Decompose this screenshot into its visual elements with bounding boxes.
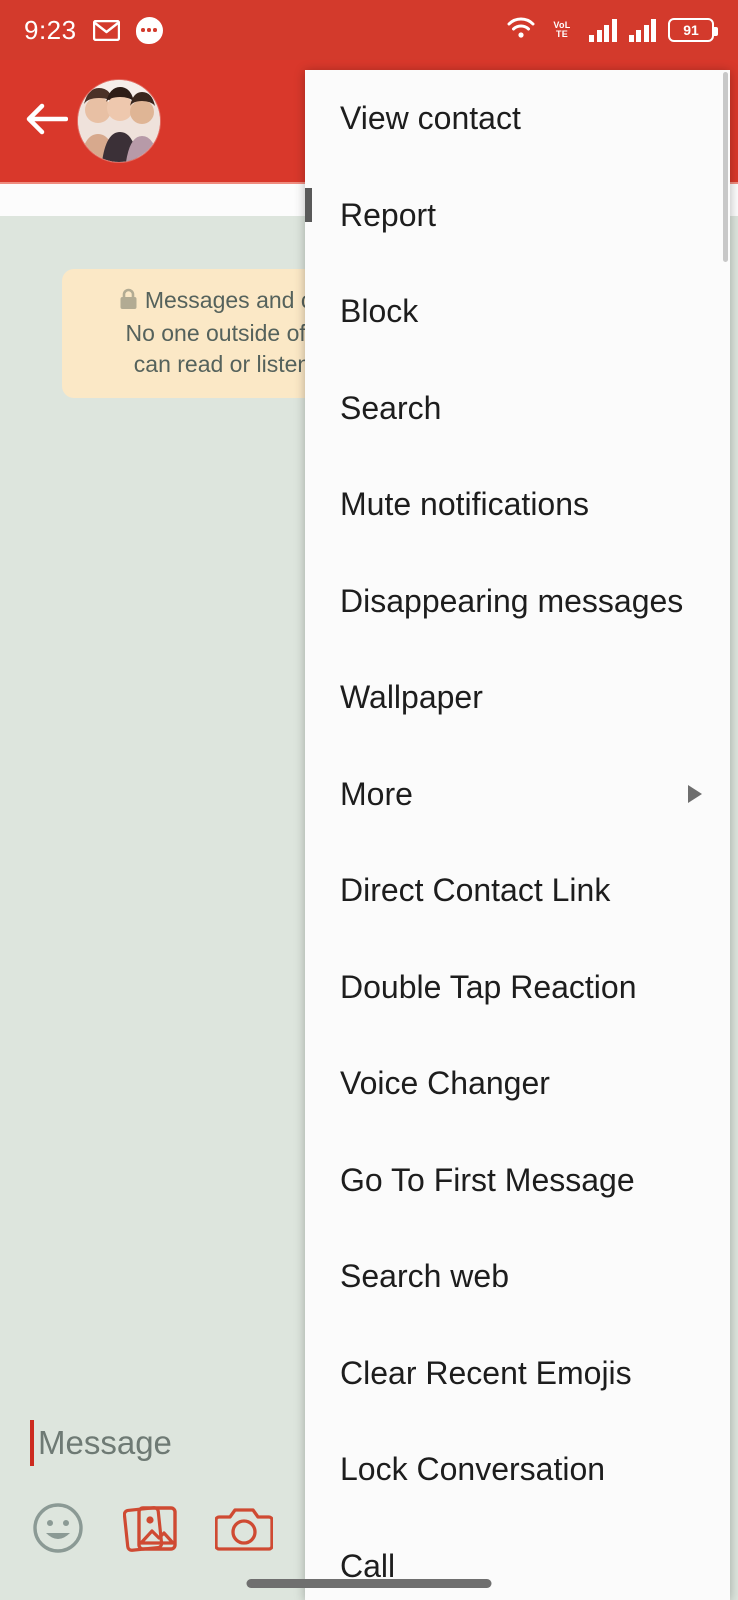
menu-item-label: Search web bbox=[340, 1258, 509, 1295]
menu-item-label: Search bbox=[340, 389, 442, 426]
menu-item-disappearing-messages[interactable]: Disappearing messages bbox=[305, 553, 730, 650]
status-bar: 9:23 VoL TE 91 bbox=[0, 0, 738, 60]
emoji-icon bbox=[31, 1501, 85, 1560]
phone-screen: 9:23 VoL TE 91 Messages and ca No one ou… bbox=[0, 0, 738, 1600]
menu-item-go-to-first-message[interactable]: Go To First Message bbox=[305, 1132, 730, 1229]
menu-item-label: View contact bbox=[340, 100, 521, 137]
wifi-icon bbox=[507, 16, 535, 45]
menu-item-view-contact[interactable]: View contact bbox=[305, 70, 730, 167]
volte-line-2: TE bbox=[555, 29, 569, 39]
menu-item-search[interactable]: Search bbox=[305, 360, 730, 457]
lock-icon bbox=[119, 287, 138, 318]
composer-icons bbox=[28, 1500, 274, 1560]
encryption-notice-line-3: can read or listen bbox=[133, 351, 311, 377]
menu-item-label: More bbox=[340, 775, 413, 812]
menu-item-block[interactable]: Block bbox=[305, 263, 730, 360]
camera-icon bbox=[214, 1503, 274, 1558]
menu-item-search-web[interactable]: Search web bbox=[305, 1228, 730, 1325]
menu-item-wallpaper[interactable]: Wallpaper bbox=[305, 649, 730, 746]
signal-bars-sim1-icon bbox=[589, 18, 617, 42]
menu-item-label: Clear Recent Emojis bbox=[340, 1354, 632, 1391]
home-indicator[interactable] bbox=[246, 1579, 492, 1588]
gallery-icon bbox=[122, 1501, 179, 1560]
gallery-button[interactable] bbox=[121, 1500, 181, 1560]
menu-item-label: Go To First Message bbox=[340, 1161, 635, 1198]
menu-item-label: Report bbox=[340, 196, 437, 233]
text-cursor bbox=[30, 1420, 34, 1466]
gmail-icon bbox=[92, 19, 120, 41]
signal-bars-sim2-icon bbox=[628, 18, 656, 42]
menu-item-label: Wallpaper bbox=[340, 679, 483, 716]
menu-item-label: Mute notifications bbox=[340, 486, 590, 523]
overflow-menu[interactable]: View contact Report Block Search Mute notifi… bbox=[305, 70, 730, 1600]
menu-item-report[interactable]: Report bbox=[305, 167, 730, 264]
status-bar-right: VoL TE 91 bbox=[507, 16, 718, 45]
gesture-nav-bar bbox=[0, 1564, 738, 1600]
battery-icon: 91 bbox=[668, 18, 718, 42]
encryption-notice-line-2: No one outside of t bbox=[125, 320, 319, 346]
menu-item-voice-changer[interactable]: Voice Changer bbox=[305, 1035, 730, 1132]
menu-item-mute-notifications[interactable]: Mute notifications bbox=[305, 456, 730, 553]
chevron-right-icon bbox=[688, 784, 702, 803]
menu-edge-handle bbox=[305, 188, 312, 222]
menu-item-label: Double Tap Reaction bbox=[340, 968, 637, 1005]
camera-button[interactable] bbox=[214, 1500, 274, 1560]
menu-item-more[interactable]: More bbox=[305, 746, 730, 843]
menu-item-label: Lock Conversation bbox=[340, 1451, 606, 1488]
message-placeholder: Message bbox=[38, 1424, 172, 1461]
back-button[interactable] bbox=[18, 93, 74, 149]
battery-level: 91 bbox=[683, 22, 699, 38]
menu-item-lock-conversation[interactable]: Lock Conversation bbox=[305, 1421, 730, 1518]
status-time: 9:23 bbox=[24, 14, 77, 45]
emoji-button[interactable] bbox=[28, 1500, 88, 1560]
back-arrow-icon bbox=[24, 101, 69, 142]
menu-item-double-tap-reaction[interactable]: Double Tap Reaction bbox=[305, 939, 730, 1036]
menu-item-label: Disappearing messages bbox=[340, 582, 684, 619]
message-input[interactable]: Message bbox=[30, 1420, 172, 1466]
menu-scrollbar[interactable] bbox=[723, 72, 728, 262]
menu-item-direct-contact-link[interactable]: Direct Contact Link bbox=[305, 842, 730, 939]
menu-item-label: Voice Changer bbox=[340, 1065, 550, 1102]
encryption-notice-line-1: Messages and ca bbox=[144, 287, 326, 313]
chat-bubble-icon bbox=[135, 16, 163, 44]
volte-icon: VoL TE bbox=[547, 18, 577, 42]
menu-item-label: Block bbox=[340, 293, 419, 330]
menu-item-label: Direct Contact Link bbox=[340, 872, 611, 909]
status-bar-left: 9:23 bbox=[24, 15, 163, 46]
avatar[interactable] bbox=[78, 80, 160, 162]
menu-item-clear-recent-emojis[interactable]: Clear Recent Emojis bbox=[305, 1325, 730, 1422]
